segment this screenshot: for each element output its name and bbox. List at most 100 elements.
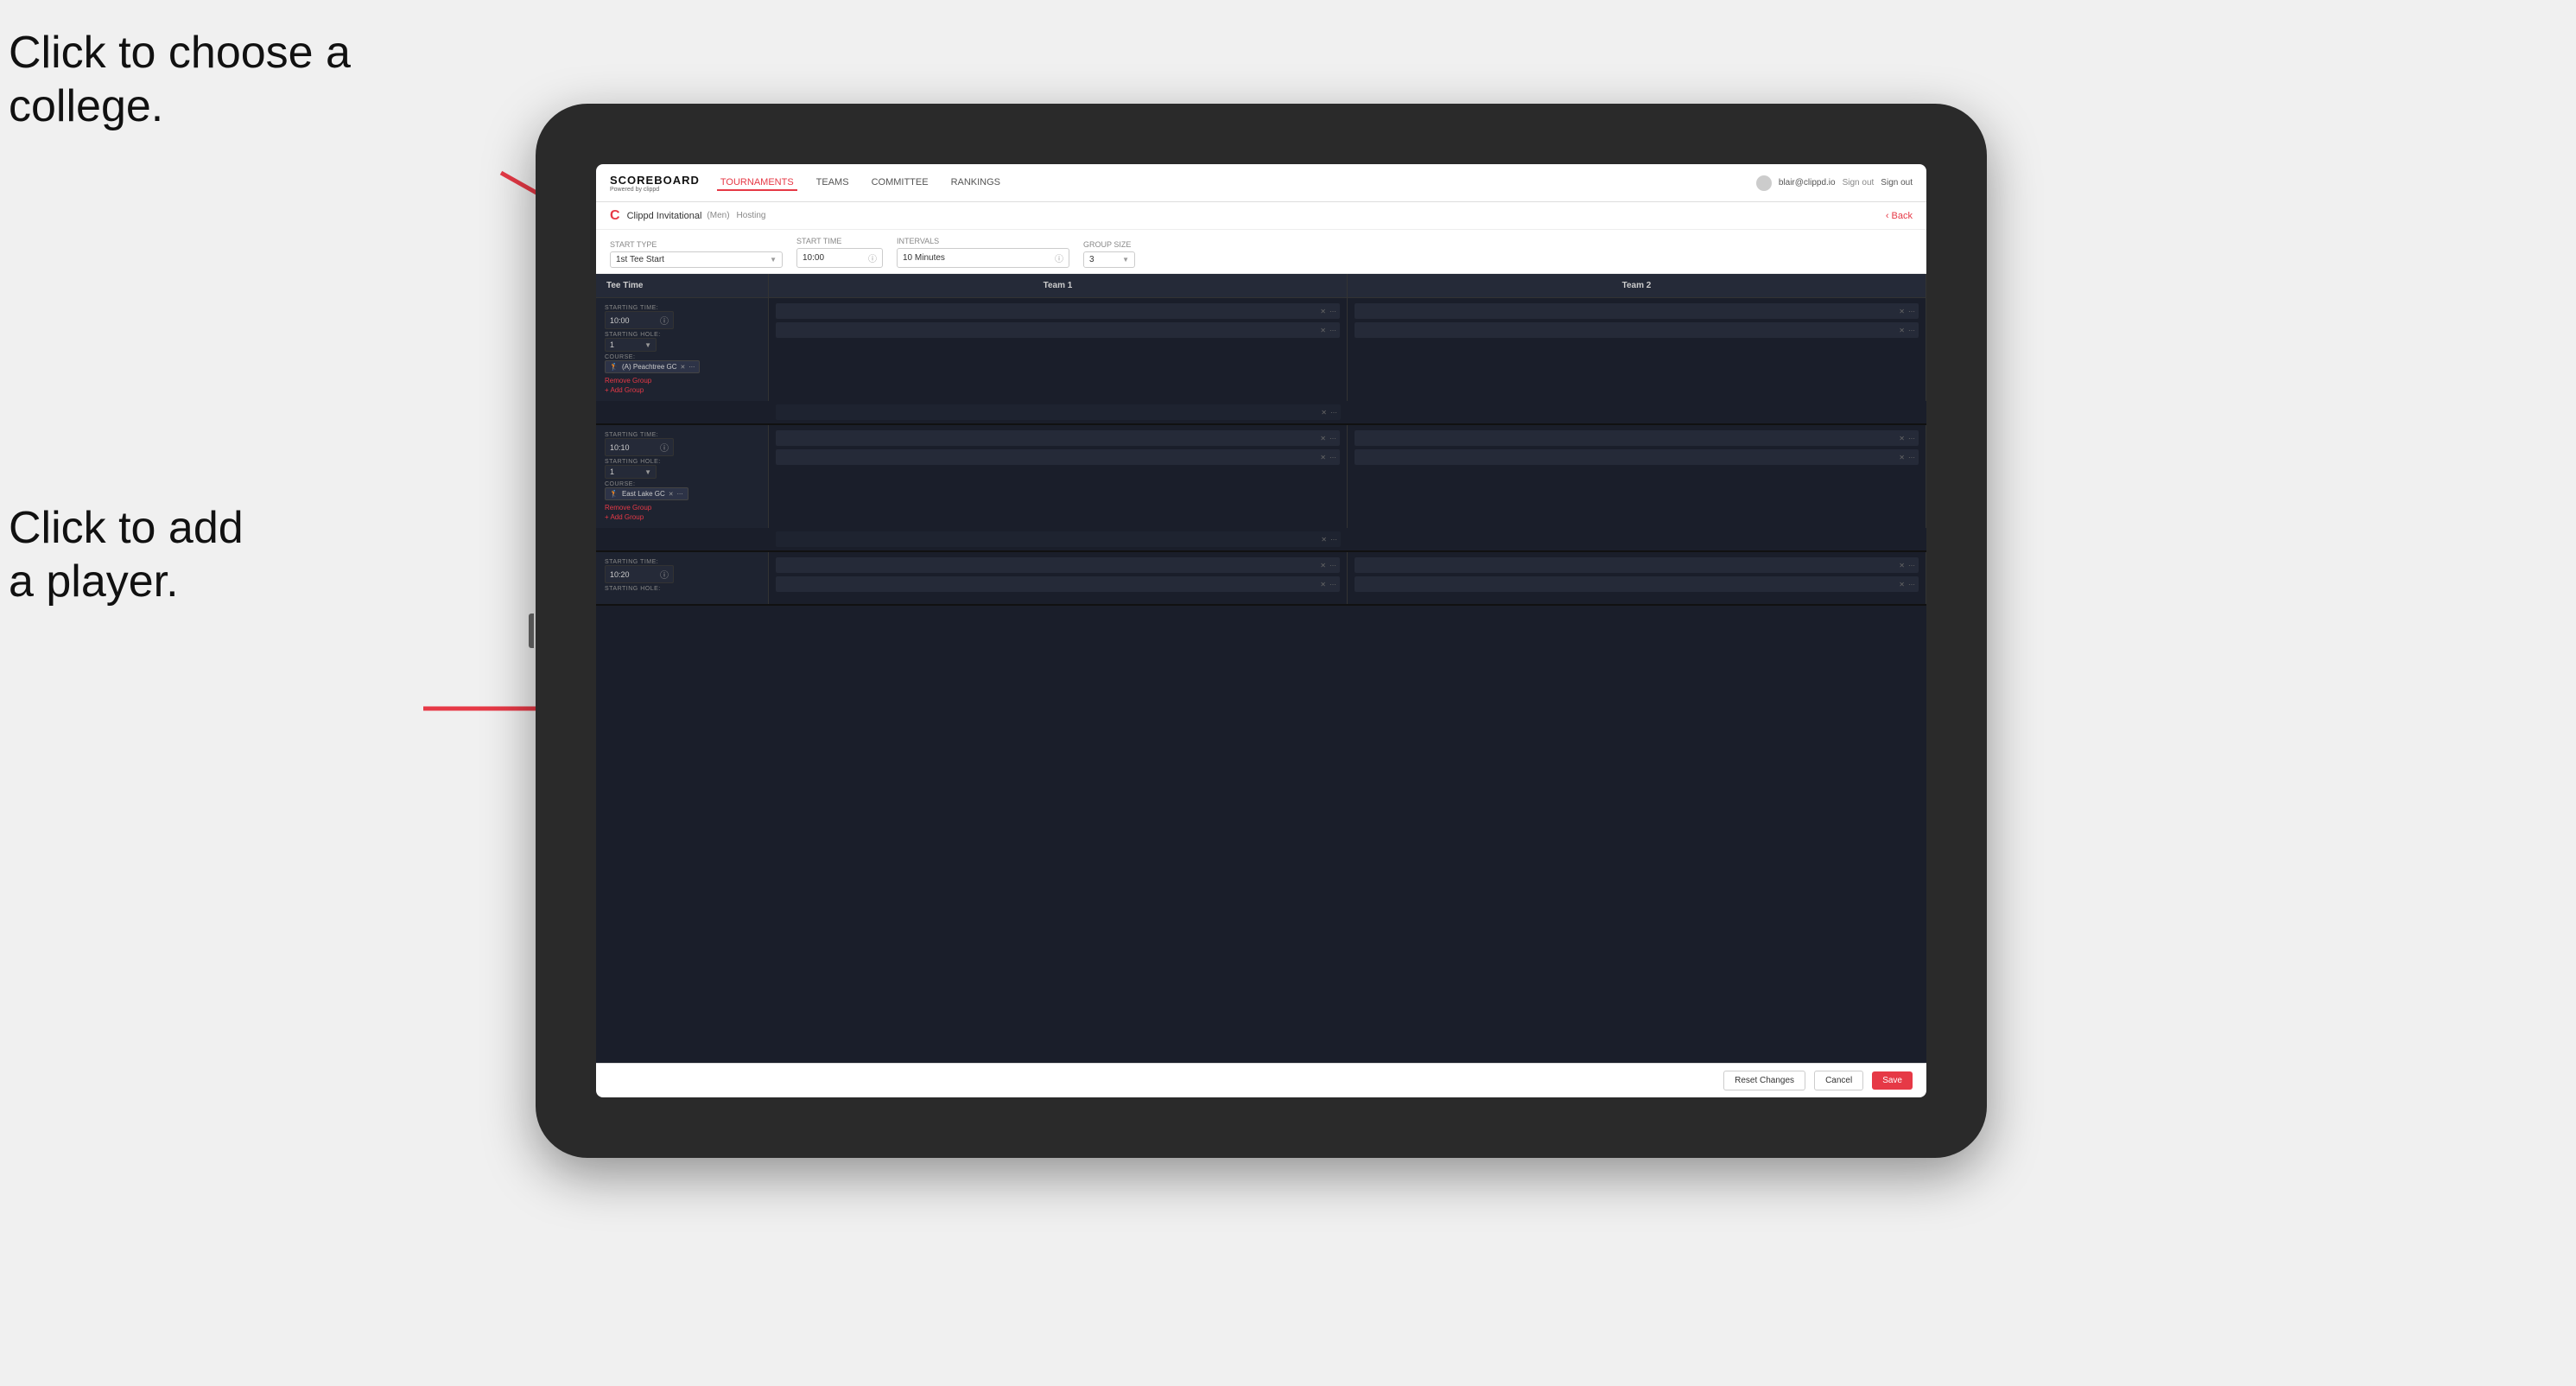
slot-x-3-2[interactable]: ✕ (1320, 454, 1326, 461)
starting-hole-row-1: 1 ▼ (605, 338, 759, 352)
slot-dots-4-2[interactable]: ⋯ (1908, 454, 1915, 461)
player-slot-4-1[interactable]: ✕ ⋯ (1355, 430, 1919, 446)
slot-x-4-1[interactable]: ✕ (1899, 435, 1905, 442)
starting-hole-input-2[interactable]: 1 ▼ (605, 465, 657, 479)
cancel-button[interactable]: Cancel (1814, 1071, 1863, 1090)
nav-brand: SCOREBOARD Powered by clippd (610, 174, 700, 193)
starting-hole-label-2: STARTING HOLE: (605, 459, 759, 465)
brand-title: SCOREBOARD (610, 174, 700, 187)
course-dots-2[interactable]: ⋯ (677, 491, 683, 498)
starting-time-input-2[interactable]: 10:10 ⓘ (605, 438, 674, 456)
starting-time-input-3[interactable]: 10:20 ⓘ (605, 565, 674, 583)
starting-time-label-1: STARTING TIME: (605, 305, 759, 311)
group-row-3: STARTING TIME: 10:20 ⓘ STARTING HOLE: ✕ (596, 552, 1926, 606)
group-size-field: Group Size 3 ▼ (1083, 240, 1135, 268)
slot-x-1-2[interactable]: ✕ (1320, 327, 1326, 334)
slot-x-5-1[interactable]: ✕ (1320, 562, 1326, 569)
intervals-select[interactable]: 10 Minutes ⓘ (897, 248, 1069, 268)
course-slot-2[interactable]: ✕ ⋯ (776, 531, 1341, 547)
player-slot-2-1[interactable]: ✕ ⋯ (1355, 303, 1919, 319)
slot-dots-2-2[interactable]: ⋯ (1908, 327, 1915, 334)
nav-link-teams[interactable]: TEAMS (813, 175, 853, 191)
course-slot-x-1[interactable]: ✕ (1321, 409, 1327, 416)
remove-group-2[interactable]: Remove Group (605, 504, 759, 512)
slot-dots-4-1[interactable]: ⋯ (1908, 435, 1915, 442)
slot-x-1-1[interactable]: ✕ (1320, 308, 1326, 315)
course-row-1: 🏌 (A) Peachtree GC ✕ ⋯ (605, 360, 759, 373)
group-2-left: STARTING TIME: 10:10 ⓘ STARTING HOLE: 1 (596, 425, 769, 528)
slot-dots-6-1[interactable]: ⋯ (1908, 562, 1915, 569)
course-dots-1[interactable]: ⋯ (688, 364, 695, 371)
slot-x-2-1[interactable]: ✕ (1899, 308, 1905, 315)
start-time-select[interactable]: 10:00 ⓘ (796, 248, 883, 268)
course-tag-2[interactable]: 🏌 East Lake GC ✕ ⋯ (605, 487, 688, 500)
course-remove-1[interactable]: ✕ (681, 364, 686, 371)
slot-x-3-1[interactable]: ✕ (1320, 435, 1326, 442)
player-slot-5-1[interactable]: ✕ ⋯ (776, 557, 1340, 573)
action-links-1: Remove Group + Add Group (605, 377, 759, 394)
slot-x-2-2[interactable]: ✕ (1899, 327, 1905, 334)
player-slot-6-2[interactable]: ✕ ⋯ (1355, 576, 1919, 592)
starting-hole-label-3: STARTING HOLE: (605, 586, 759, 592)
slot-dots-1-1[interactable]: ⋯ (1329, 308, 1336, 315)
start-type-select[interactable]: 1st Tee Start ▼ (610, 251, 783, 268)
back-button[interactable]: ‹ Back (1886, 211, 1913, 221)
nav-link-tournaments[interactable]: TOURNAMENTS (717, 175, 797, 191)
starting-hole-input-1[interactable]: 1 ▼ (605, 338, 657, 352)
action-links-2: Remove Group + Add Group (605, 504, 759, 521)
course-slot-1[interactable]: ✕ ⋯ (776, 404, 1341, 420)
slot-x-6-2[interactable]: ✕ (1899, 581, 1905, 588)
slot-dots-2-1[interactable]: ⋯ (1908, 308, 1915, 315)
tournament-badge: (Men) (707, 211, 729, 220)
save-button[interactable]: Save (1872, 1071, 1913, 1090)
slot-x-4-2[interactable]: ✕ (1899, 454, 1905, 461)
player-slot-2-2[interactable]: ✕ ⋯ (1355, 322, 1919, 338)
course-label-1: COURSE: (605, 354, 759, 360)
sub-header-logo: C (610, 208, 620, 224)
group-size-select[interactable]: 3 ▼ (1083, 251, 1135, 268)
course-tag-1[interactable]: 🏌 (A) Peachtree GC ✕ ⋯ (605, 360, 700, 373)
start-time-label: Start Time (796, 237, 883, 245)
slot-dots-3-2[interactable]: ⋯ (1329, 454, 1336, 461)
add-group-2[interactable]: + Add Group (605, 513, 759, 521)
time-info-icon-2: ⓘ (660, 441, 669, 454)
player-slot-4-2[interactable]: ✕ ⋯ (1355, 449, 1919, 465)
slot-dots-5-2[interactable]: ⋯ (1329, 581, 1336, 588)
team1-panel-1: ✕ ⋯ ✕ ⋯ (769, 298, 1348, 401)
nav-link-committee[interactable]: COMMITTEE (868, 175, 932, 191)
sign-out-link[interactable]: Sign out (1843, 178, 1875, 188)
th-team1: Team 1 (769, 274, 1348, 297)
start-type-label: Start Type (610, 240, 783, 249)
player-slot-5-2[interactable]: ✕ ⋯ (776, 576, 1340, 592)
player-slot-6-1[interactable]: ✕ ⋯ (1355, 557, 1919, 573)
navbar: SCOREBOARD Powered by clippd TOURNAMENTS… (596, 164, 1926, 202)
player-slot-3-1[interactable]: ✕ ⋯ (776, 430, 1340, 446)
sign-out-text[interactable]: Sign out (1881, 178, 1913, 188)
tablet-shell: SCOREBOARD Powered by clippd TOURNAMENTS… (536, 104, 1987, 1158)
annotation-choose-college: Click to choose a college. (9, 26, 351, 134)
player-slot-3-2[interactable]: ✕ ⋯ (776, 449, 1340, 465)
slot-dots-6-2[interactable]: ⋯ (1908, 581, 1915, 588)
nav-link-rankings[interactable]: RANKINGS (948, 175, 1004, 191)
reset-changes-button[interactable]: Reset Changes (1723, 1071, 1805, 1090)
starting-hole-row-2: 1 ▼ (605, 465, 759, 479)
course-remove-2[interactable]: ✕ (669, 491, 674, 498)
th-team2: Team 2 (1348, 274, 1926, 297)
slot-dots-3-1[interactable]: ⋯ (1329, 435, 1336, 442)
tournament-title[interactable]: Clippd Invitational (627, 211, 702, 221)
group-3-left: STARTING TIME: 10:20 ⓘ STARTING HOLE: (596, 552, 769, 604)
course-slot-dots-1[interactable]: ⋯ (1330, 409, 1337, 416)
add-group-1[interactable]: + Add Group (605, 386, 759, 394)
slot-x-5-2[interactable]: ✕ (1320, 581, 1326, 588)
course-row-2: 🏌 East Lake GC ✕ ⋯ (605, 487, 759, 500)
starting-time-input-1[interactable]: 10:00 ⓘ (605, 311, 674, 329)
slot-dots-5-1[interactable]: ⋯ (1329, 562, 1336, 569)
remove-group-1[interactable]: Remove Group (605, 377, 759, 385)
course-slot-x-2[interactable]: ✕ (1321, 536, 1327, 544)
tablet-side-button (529, 614, 534, 648)
slot-x-6-1[interactable]: ✕ (1899, 562, 1905, 569)
player-slot-1-2[interactable]: ✕ ⋯ (776, 322, 1340, 338)
course-slot-dots-2[interactable]: ⋯ (1330, 536, 1337, 544)
slot-dots-1-2[interactable]: ⋯ (1329, 327, 1336, 334)
player-slot-1-1[interactable]: ✕ ⋯ (776, 303, 1340, 319)
